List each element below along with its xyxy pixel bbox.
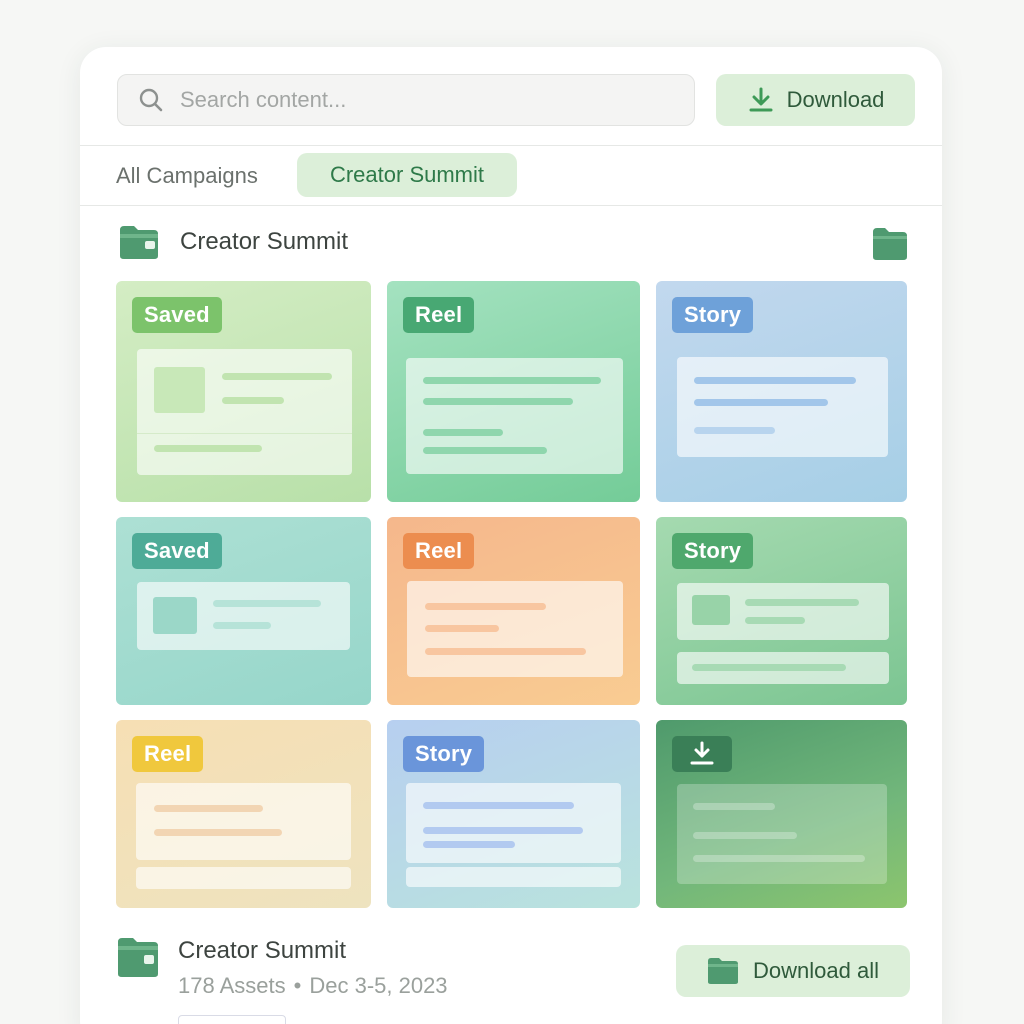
asset-card[interactable]: Saved — [116, 281, 371, 502]
divider — [80, 145, 942, 146]
folder-icon[interactable] — [872, 227, 908, 261]
tab-label: All Campaigns — [116, 163, 258, 188]
download-icon — [690, 741, 714, 765]
meta-separator: • — [293, 973, 302, 998]
asset-preview — [406, 358, 623, 474]
section-title: Creator Summit — [180, 228, 349, 255]
divider — [80, 205, 942, 206]
asset-badge: Story — [672, 297, 754, 333]
download-badge[interactable] — [672, 736, 732, 772]
asset-preview — [406, 783, 621, 863]
folder-icon — [118, 938, 158, 977]
tab-creator-summit[interactable]: Creator Summit — [297, 153, 517, 197]
asset-card[interactable]: Saved — [116, 517, 371, 705]
asset-preview — [677, 583, 889, 640]
asset-card[interactable]: Story — [656, 281, 907, 502]
campaign-dates: Dec 3-5, 2023 — [309, 973, 448, 998]
download-button[interactable]: Download — [716, 74, 915, 126]
asset-badge: Reel — [403, 297, 475, 333]
asset-preview — [136, 783, 351, 860]
asset-preview — [137, 582, 350, 650]
search-icon — [139, 88, 163, 112]
asset-badge: Story — [403, 736, 485, 772]
search-bar[interactable] — [117, 74, 695, 126]
search-input[interactable] — [180, 87, 660, 113]
asset-preview — [677, 357, 888, 457]
asset-card[interactable]: Story — [387, 720, 640, 908]
asset-card[interactable] — [656, 720, 907, 908]
campaign-meta: 178 Assets • Dec 3-5, 2023 — [178, 973, 448, 999]
download-all-label: Download all — [753, 958, 879, 983]
asset-preview — [137, 349, 352, 475]
campaign-title: Creator Summit — [178, 937, 347, 964]
asset-card[interactable]: Reel — [387, 281, 640, 502]
asset-preview-strip — [677, 652, 889, 684]
asset-preview — [677, 784, 887, 884]
asset-badge: Story — [672, 533, 754, 569]
content-panel: Download All Campaigns Creator Summit Cr… — [80, 47, 942, 1024]
asset-badge: Saved — [132, 297, 222, 333]
section-header: Creator Summit — [118, 224, 348, 260]
asset-badge: Saved — [132, 533, 222, 569]
asset-preview-strip — [136, 867, 351, 889]
download-icon — [749, 87, 773, 112]
asset-preview-strip — [406, 867, 621, 887]
tab-all-campaigns[interactable]: All Campaigns — [116, 154, 258, 198]
asset-badge: Reel — [132, 736, 204, 772]
download-button-label: Download — [786, 87, 885, 112]
asset-card[interactable]: Reel — [116, 720, 371, 908]
asset-card[interactable]: Story — [656, 517, 907, 705]
asset-count: 178 Assets — [178, 973, 286, 998]
secondary-button[interactable] — [178, 1015, 286, 1024]
folder-icon — [120, 226, 158, 259]
folder-icon — [708, 958, 739, 984]
asset-badge: Reel — [403, 533, 475, 569]
asset-preview — [407, 581, 623, 677]
tab-label: Creator Summit — [329, 162, 485, 187]
download-all-button[interactable]: Download all — [676, 945, 910, 997]
asset-card[interactable]: Reel — [387, 517, 640, 705]
